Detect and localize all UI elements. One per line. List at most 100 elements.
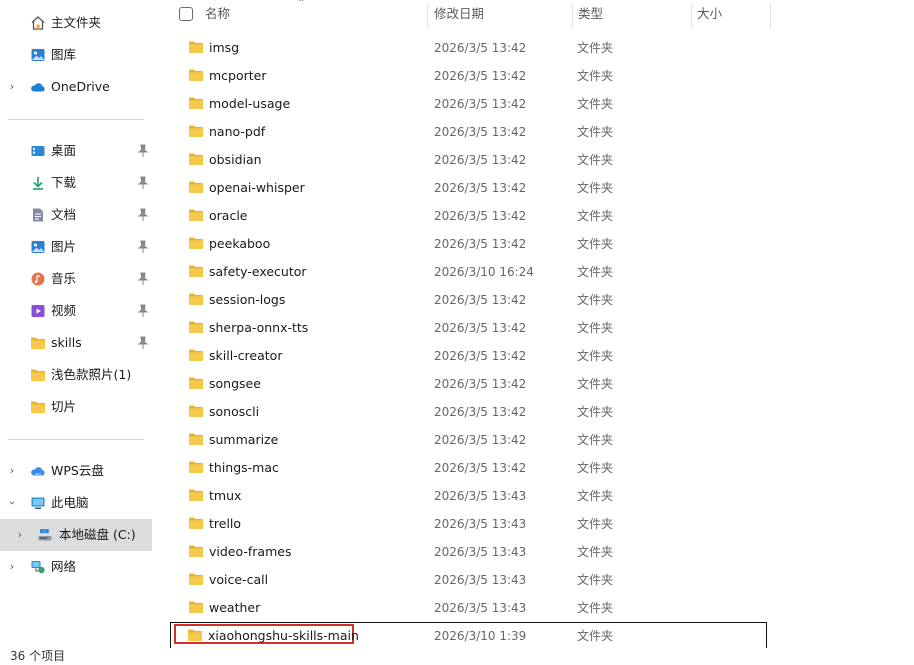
folder-icon [189, 293, 203, 305]
status-bar: 36 个项目 [0, 648, 914, 665]
pin-icon[interactable] [137, 272, 149, 286]
chevron-right-icon[interactable]: › [6, 464, 18, 478]
pictures-icon [31, 241, 45, 253]
column-header-size[interactable]: 大小 [697, 0, 767, 28]
nav-item-pictures[interactable]: 图片 [0, 231, 152, 263]
column-divider[interactable] [691, 4, 692, 28]
column-divider[interactable] [427, 4, 428, 28]
file-row[interactable]: weather 2026/3/5 13:43 文件夹 [170, 594, 768, 622]
file-modified-date: 2026/3/5 13:42 [434, 461, 527, 475]
computer-icon [31, 497, 45, 509]
file-row[interactable]: tmux 2026/3/5 13:43 文件夹 [170, 482, 768, 510]
nav-label-documents: 文档 [51, 207, 77, 222]
video-icon [31, 305, 45, 317]
gallery-icon [31, 49, 45, 61]
file-row[interactable]: imsg 2026/3/5 13:42 文件夹 [170, 34, 768, 62]
nav-item-wps-cloud[interactable]: › WPS云盘 [0, 455, 152, 487]
nav-item-onedrive[interactable]: › OneDrive [0, 71, 152, 103]
file-modified-date: 2026/3/5 13:42 [434, 69, 527, 83]
item-count-label: 36 个项目 [10, 649, 66, 663]
nav-item-slices[interactable]: 切片 [0, 391, 152, 423]
file-row[interactable]: oracle 2026/3/5 13:42 文件夹 [170, 202, 768, 230]
file-modified-date: 2026/3/5 13:42 [434, 41, 527, 55]
folder-icon [189, 265, 203, 277]
nav-item-this-pc[interactable]: › 此电脑 [0, 487, 152, 519]
nav-item-music[interactable]: 音乐 [0, 263, 152, 295]
column-divider[interactable] [770, 4, 771, 28]
file-name: sonoscli [209, 404, 260, 419]
folder-icon [188, 629, 202, 641]
file-name: things-mac [209, 460, 279, 475]
file-modified-date: 2026/3/5 13:42 [434, 321, 527, 335]
nav-item-downloads[interactable]: 下载 [0, 167, 152, 199]
column-header-date[interactable]: 修改日期 [434, 0, 564, 28]
file-row[interactable]: nano-pdf 2026/3/5 13:42 文件夹 [170, 118, 768, 146]
file-row[interactable]: mcporter 2026/3/5 13:42 文件夹 [170, 62, 768, 90]
pin-icon[interactable] [137, 336, 149, 350]
pin-icon[interactable] [137, 144, 149, 158]
folder-icon [189, 377, 203, 389]
folder-icon [189, 545, 203, 557]
nav-label-gallery: 图库 [51, 47, 77, 62]
file-row[interactable]: model-usage 2026/3/5 13:42 文件夹 [170, 90, 768, 118]
file-name: trello [209, 516, 242, 531]
file-row[interactable]: video-frames 2026/3/5 13:43 文件夹 [170, 538, 768, 566]
nav-label-desktop: 桌面 [51, 143, 77, 158]
file-row[interactable]: sherpa-onnx-tts 2026/3/5 13:42 文件夹 [170, 314, 768, 342]
nav-item-gallery[interactable]: 图库 [0, 39, 152, 71]
nav-item-home[interactable]: 主文件夹 [0, 7, 152, 39]
file-row[interactable]: trello 2026/3/5 13:43 文件夹 [170, 510, 768, 538]
nav-item-light-photos[interactable]: 浅色款照片(1) [0, 359, 152, 391]
file-row[interactable]: openai-whisper 2026/3/5 13:42 文件夹 [170, 174, 768, 202]
file-name: skill-creator [209, 348, 283, 363]
sidebar-divider [8, 439, 144, 440]
chevron-right-icon[interactable]: › [14, 528, 26, 542]
file-type: 文件夹 [577, 461, 614, 475]
select-all-checkbox[interactable] [179, 7, 193, 21]
file-row[interactable]: peekaboo 2026/3/5 13:42 文件夹 [170, 230, 768, 258]
chevron-down-icon[interactable]: › [5, 497, 19, 509]
pin-icon[interactable] [137, 240, 149, 254]
nav-item-videos[interactable]: 视频 [0, 295, 152, 327]
file-modified-date: 2026/3/10 16:24 [434, 265, 534, 279]
pin-icon[interactable] [137, 208, 149, 222]
nav-item-desktop[interactable]: 桌面 [0, 135, 152, 167]
file-type: 文件夹 [577, 489, 614, 503]
pin-icon[interactable] [137, 176, 149, 190]
file-row[interactable]: obsidian 2026/3/5 13:42 文件夹 [170, 146, 768, 174]
sidebar-divider [8, 119, 144, 120]
nav-label-home: 主文件夹 [51, 15, 102, 30]
nav-item-documents[interactable]: 文档 [0, 199, 152, 231]
file-name: model-usage [209, 96, 291, 111]
file-row[interactable]: voice-call 2026/3/5 13:43 文件夹 [170, 566, 768, 594]
folder-icon [189, 41, 203, 53]
nav-item-network[interactable]: › 网络 [0, 551, 152, 583]
file-row[interactable]: skill-creator 2026/3/5 13:42 文件夹 [170, 342, 768, 370]
file-type: 文件夹 [577, 41, 614, 55]
chevron-right-icon[interactable]: › [6, 80, 18, 94]
file-modified-date: 2026/3/5 13:42 [434, 181, 527, 195]
nav-label-this-pc: 此电脑 [51, 495, 89, 510]
file-name: tmux [209, 488, 242, 503]
download-icon [33, 177, 43, 190]
file-row[interactable]: sonoscli 2026/3/5 13:42 文件夹 [170, 398, 768, 426]
folder-icon [189, 517, 203, 529]
folder-icon [189, 461, 203, 473]
file-row[interactable]: safety-executor 2026/3/10 16:24 文件夹 [170, 258, 768, 286]
nav-item-skills[interactable]: skills [0, 327, 152, 359]
file-row[interactable]: session-logs 2026/3/5 13:42 文件夹 [170, 286, 768, 314]
file-modified-date: 2026/3/10 1:39 [434, 629, 527, 643]
column-header-name[interactable]: 名称 [205, 0, 417, 28]
file-type: 文件夹 [577, 209, 614, 223]
file-row[interactable]: songsee 2026/3/5 13:42 文件夹 [170, 370, 768, 398]
file-row[interactable]: summarize 2026/3/5 13:42 文件夹 [170, 426, 768, 454]
pin-icon[interactable] [137, 304, 149, 318]
column-header-type[interactable]: 类型 [578, 0, 688, 28]
file-name: summarize [209, 432, 279, 447]
chevron-right-icon[interactable]: › [6, 560, 18, 574]
file-row[interactable]: xiaohongshu-skills-main 2026/3/10 1:39 文件夹 [170, 622, 767, 650]
folder-icon [189, 209, 203, 221]
nav-item-local-disk-c[interactable]: › 本地磁盘 (C:) [0, 519, 152, 551]
column-divider[interactable] [572, 4, 573, 28]
file-row[interactable]: things-mac 2026/3/5 13:42 文件夹 [170, 454, 768, 482]
